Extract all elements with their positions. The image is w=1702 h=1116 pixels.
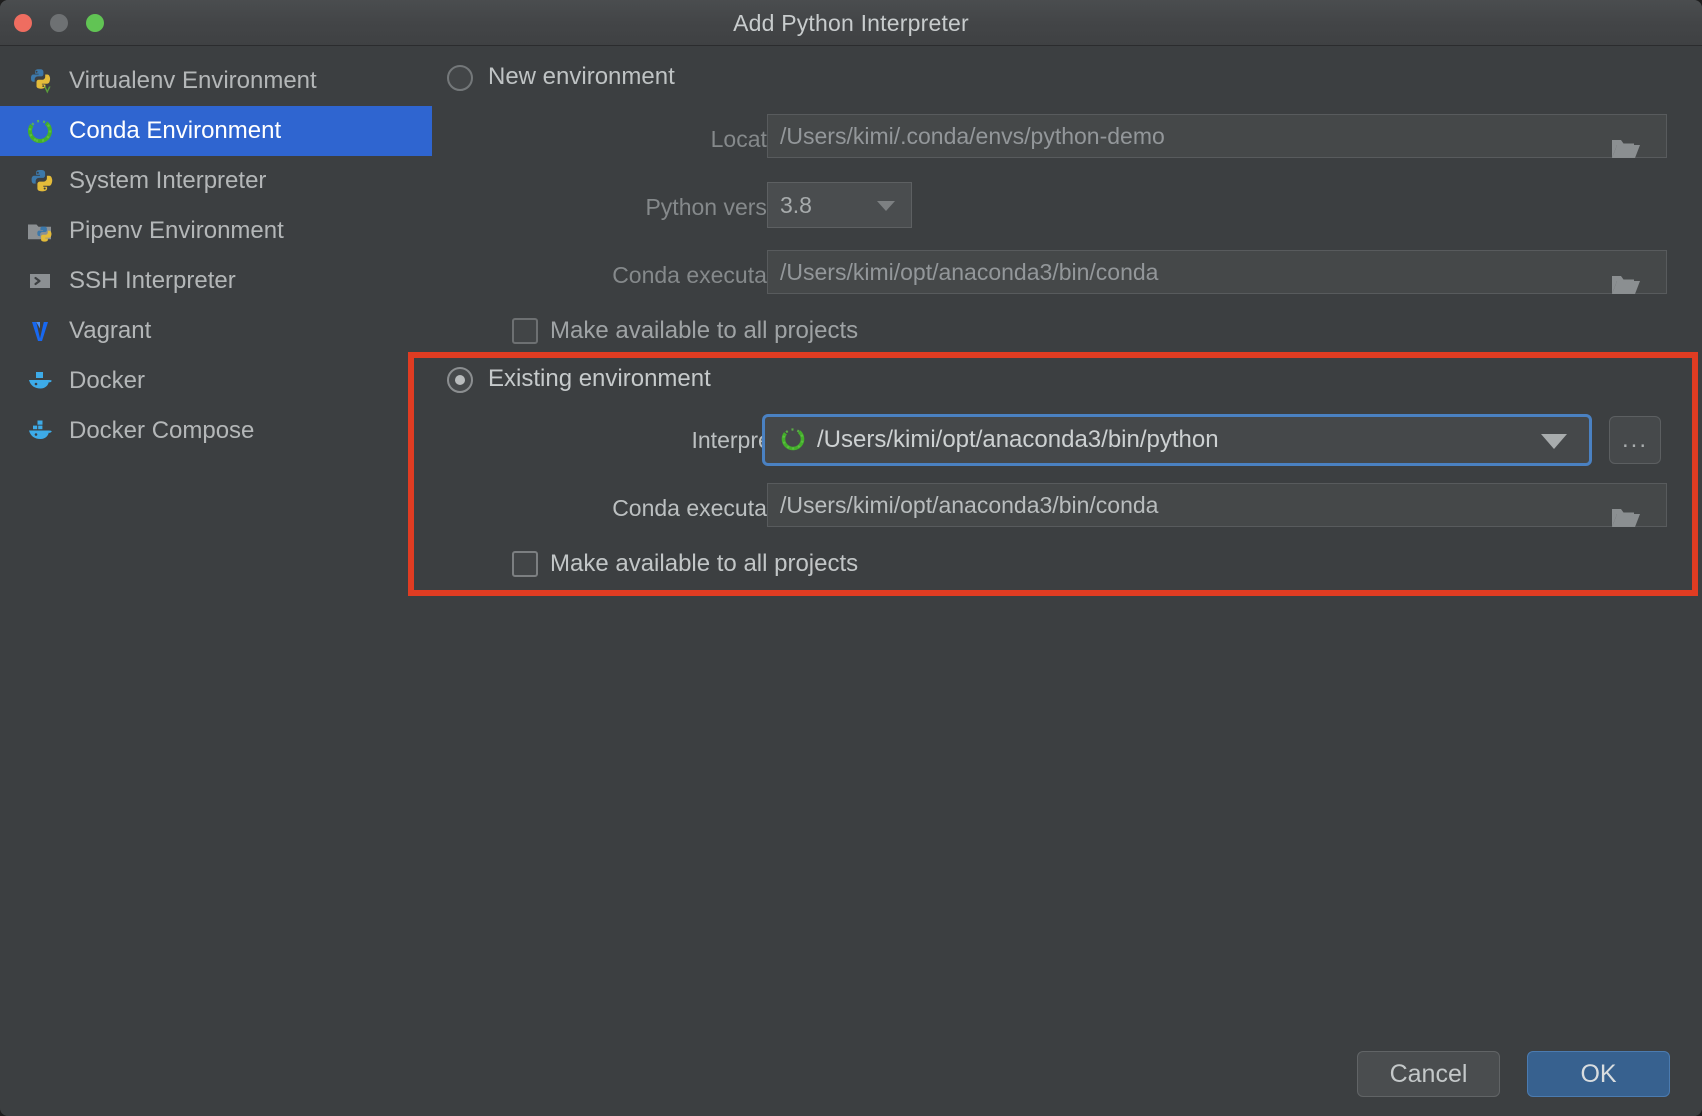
existing-conda-executable-label: Conda executable: — [612, 495, 804, 521]
sidebar-item-label: Docker Compose — [69, 417, 255, 444]
python-version-select[interactable]: 3.8 — [767, 182, 912, 228]
interpreter-label: Interpreter: — [691, 427, 805, 453]
sidebar-item-label: Pipenv Environment — [69, 217, 284, 244]
sidebar-item-pipenv-environment[interactable]: Pipenv Environment — [0, 206, 432, 256]
dialog-title: Add Python Interpreter — [733, 10, 969, 36]
sidebar-item-virtualenv-environment[interactable]: Virtualenv Environment — [0, 56, 432, 106]
ok-button[interactable]: OK — [1527, 1051, 1670, 1097]
sidebar-item-conda-environment[interactable]: Conda Environment — [0, 106, 432, 156]
interpreter-browse-button[interactable]: ... — [1609, 416, 1661, 464]
python-version-label: Python version: — [645, 194, 804, 220]
interpreter-select[interactable]: /Users/kimi/opt/anaconda3/bin/python — [762, 414, 1592, 466]
sidebar-item-label: SSH Interpreter — [69, 267, 236, 294]
add-python-interpreter-dialog: Add Python Interpreter Virtualenv Enviro… — [0, 0, 1702, 1116]
existing-environment-radio[interactable] — [447, 367, 473, 393]
python-version-value: 3.8 — [780, 191, 812, 218]
ssh-terminal-icon — [26, 267, 54, 295]
conda-icon — [26, 117, 54, 145]
sidebar-item-ssh-interpreter[interactable]: SSH Interpreter — [0, 256, 432, 306]
sidebar-item-label: Conda Environment — [69, 117, 282, 144]
interpreter-value: /Users/kimi/opt/anaconda3/bin/python — [817, 426, 1219, 453]
sidebar-item-docker-compose[interactable]: Docker Compose — [0, 406, 432, 456]
new-environment-radio[interactable] — [447, 65, 473, 91]
docker-icon — [26, 367, 54, 395]
chevron-down-icon — [877, 201, 895, 211]
conda-icon — [779, 425, 809, 455]
python-icon — [26, 167, 54, 195]
location-label: Location: — [710, 126, 804, 152]
new-conda-executable-label: Conda executable: — [612, 262, 804, 288]
interpreter-type-list: Virtualenv Environment Conda Environment — [0, 46, 432, 1116]
new-make-available-label: Make available to all projects — [550, 317, 859, 344]
sidebar-item-system-interpreter[interactable]: System Interpreter — [0, 156, 432, 206]
folder-icon[interactable] — [1610, 136, 1640, 160]
chevron-down-icon[interactable] — [1541, 434, 1567, 449]
dialog-body: Virtualenv Environment Conda Environment — [0, 46, 1702, 1116]
new-conda-executable-input[interactable]: /Users/kimi/opt/anaconda3/bin/conda — [767, 250, 1667, 294]
folder-icon[interactable] — [1610, 505, 1640, 529]
existing-make-available-label: Make available to all projects — [550, 550, 859, 577]
existing-make-available-checkbox[interactable] — [512, 551, 538, 577]
location-input[interactable]: /Users/kimi/.conda/envs/python-demo — [767, 114, 1667, 158]
sidebar-item-label: Virtualenv Environment — [69, 67, 317, 94]
folder-icon[interactable] — [1610, 272, 1640, 296]
new-make-available-checkbox[interactable] — [512, 318, 538, 344]
cancel-button[interactable]: Cancel — [1357, 1051, 1500, 1097]
pipenv-icon — [26, 217, 54, 245]
docker-compose-icon — [26, 417, 54, 445]
new-environment-label: New environment — [488, 63, 675, 90]
python-virtualenv-icon — [26, 67, 54, 95]
existing-conda-executable-input[interactable]: /Users/kimi/opt/anaconda3/bin/conda — [767, 483, 1667, 527]
sidebar-item-label: System Interpreter — [69, 167, 267, 194]
sidebar-item-docker[interactable]: Docker — [0, 356, 432, 406]
sidebar-item-label: Vagrant — [69, 317, 152, 344]
sidebar-item-vagrant[interactable]: Vagrant — [0, 306, 432, 356]
existing-environment-label: Existing environment — [488, 365, 711, 392]
title-bar: Add Python Interpreter — [0, 0, 1702, 46]
vagrant-icon — [26, 317, 54, 345]
sidebar-item-label: Docker — [69, 367, 146, 394]
settings-pane: New environment Location: /Users/kimi/.c… — [432, 46, 1702, 1116]
